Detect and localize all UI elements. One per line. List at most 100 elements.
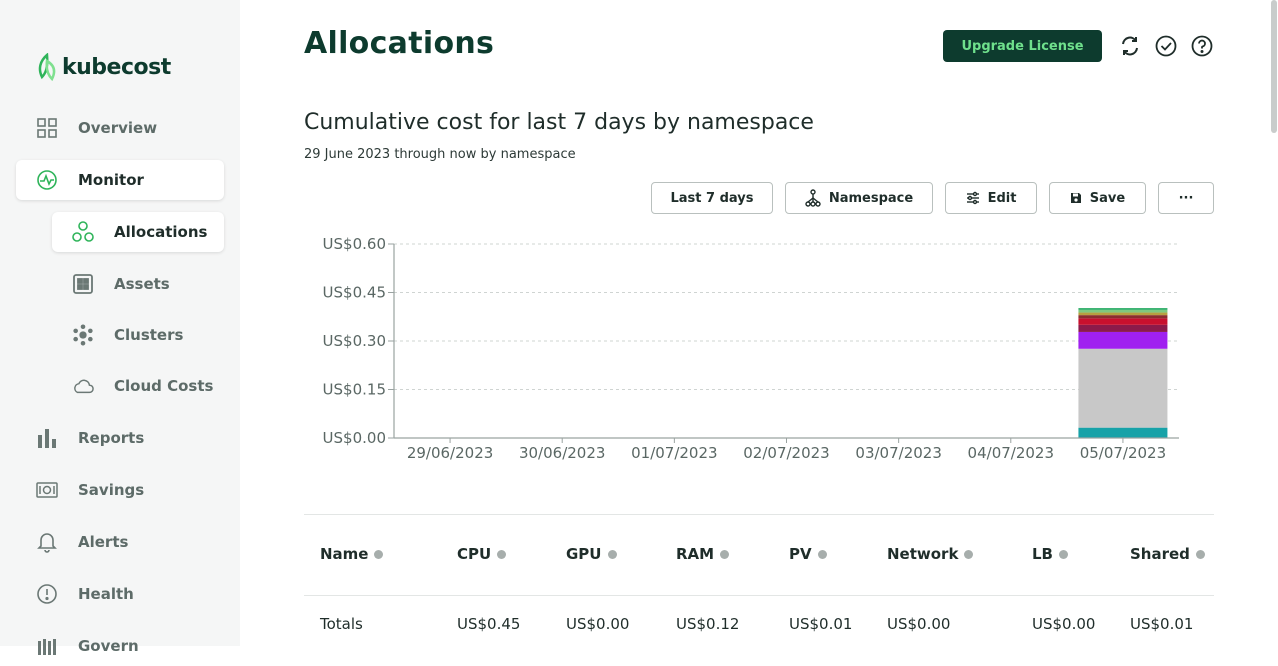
savings-icon <box>36 479 58 501</box>
totals-cell: US$0.01 <box>789 615 853 633</box>
brand-name: kubecost <box>62 54 171 80</box>
bar-segment <box>1078 308 1168 310</box>
sliders-icon <box>966 191 980 205</box>
kubecost-leaf-icon <box>38 53 56 81</box>
cloud-icon <box>72 375 94 397</box>
clusters-icon <box>72 324 94 346</box>
chart-gridlines <box>394 243 1179 390</box>
x-tick-label: 30/06/2023 <box>519 444 605 462</box>
column-header-label: Network <box>887 545 959 563</box>
upgrade-license-button[interactable]: Upgrade License <box>943 30 1102 62</box>
sidebar-item-label: Cloud Costs <box>114 377 214 395</box>
sidebar-item-alerts[interactable]: Alerts <box>36 522 226 562</box>
column-header-lb[interactable]: LB <box>1032 545 1068 563</box>
bar-segment <box>1078 315 1168 319</box>
column-header-gpu[interactable]: GPU <box>566 545 617 563</box>
info-icon[interactable] <box>720 549 730 559</box>
sidebar: kubecost Overview Monitor Allocations As… <box>0 0 240 655</box>
chart-bars <box>1078 308 1168 438</box>
column-header-label: LB <box>1032 545 1053 563</box>
column-header-label: CPU <box>457 545 492 563</box>
info-icon[interactable] <box>374 549 384 559</box>
more-options-label: ··· <box>1178 190 1194 206</box>
x-tick-label: 04/07/2023 <box>968 444 1054 462</box>
sidebar-item-label: Assets <box>114 275 170 293</box>
help-icon[interactable] <box>1190 34 1214 58</box>
info-icon[interactable] <box>1195 549 1205 559</box>
sidebar-item-label: Alerts <box>78 533 129 551</box>
sidebar-item-savings[interactable]: Savings <box>36 470 226 510</box>
table-top-divider <box>304 514 1214 515</box>
report-subtitle: 29 June 2023 through now by namespace <box>304 147 576 162</box>
bar-segment <box>1078 427 1168 438</box>
edit-button[interactable]: Edit <box>945 182 1037 214</box>
sidebar-item-cloud-costs[interactable]: Cloud Costs <box>72 366 224 406</box>
column-header-pv[interactable]: PV <box>789 545 827 563</box>
sidebar-item-health[interactable]: Health <box>36 574 226 614</box>
column-header-name[interactable]: Name <box>320 545 384 563</box>
aggregate-by-button[interactable]: Namespace <box>785 182 933 214</box>
assets-icon <box>72 273 94 295</box>
info-icon[interactable] <box>607 549 617 559</box>
sidebar-item-govern[interactable]: Govern <box>36 626 226 666</box>
edit-label: Edit <box>987 190 1017 206</box>
column-header-label: Name <box>320 545 369 563</box>
refresh-icon[interactable] <box>1118 34 1142 58</box>
save-button[interactable]: Save <box>1049 182 1146 214</box>
totals-label: Totals <box>320 615 363 633</box>
sidebar-item-label: Overview <box>78 119 158 137</box>
grid-icon <box>36 117 58 139</box>
sidebar-item-label: Govern <box>78 637 139 655</box>
x-tick-label: 29/06/2023 <box>407 444 493 462</box>
date-range-button[interactable]: Last 7 days <box>651 182 773 214</box>
y-tick-label: US$0.00 <box>323 429 386 447</box>
totals-cell: US$0.45 <box>457 615 521 633</box>
bar-segment <box>1078 312 1168 316</box>
x-tick-label: 02/07/2023 <box>743 444 829 462</box>
column-header-label: PV <box>789 545 812 563</box>
table-header-divider <box>304 595 1214 596</box>
info-icon[interactable] <box>497 549 507 559</box>
sidebar-item-overview[interactable]: Overview <box>36 108 226 148</box>
hierarchy-icon <box>805 189 821 207</box>
sidebar-item-reports[interactable]: Reports <box>36 418 226 458</box>
sidebar-item-label: Allocations <box>114 223 208 241</box>
y-tick-label: US$0.30 <box>323 332 386 350</box>
x-tick-label: 05/07/2023 <box>1080 444 1166 462</box>
totals-cell: US$0.01 <box>1130 615 1194 633</box>
totals-cell: US$0.12 <box>676 615 740 633</box>
save-label: Save <box>1089 190 1126 206</box>
sidebar-item-label: Clusters <box>114 326 184 344</box>
y-tick-label: US$0.15 <box>323 381 386 399</box>
more-options-button[interactable]: ··· <box>1158 182 1214 214</box>
bell-icon <box>36 531 58 553</box>
info-icon[interactable] <box>1059 549 1068 559</box>
y-tick-label: US$0.45 <box>323 284 386 302</box>
sidebar-item-label: Reports <box>78 429 145 447</box>
sidebar-item-clusters[interactable]: Clusters <box>72 315 224 355</box>
column-header-cpu[interactable]: CPU <box>457 545 507 563</box>
check-circle-icon[interactable] <box>1154 34 1178 58</box>
sidebar-item-monitor[interactable]: Monitor <box>16 160 224 200</box>
info-icon[interactable] <box>817 549 827 559</box>
info-icon[interactable] <box>964 549 974 559</box>
x-tick-label: 01/07/2023 <box>631 444 717 462</box>
govern-icon <box>36 635 58 657</box>
bar-segment <box>1078 324 1168 332</box>
column-header-shared[interactable]: Shared <box>1130 545 1205 563</box>
bar-segment <box>1078 318 1168 325</box>
sidebar-item-assets[interactable]: Assets <box>72 264 224 304</box>
page-scrollbar[interactable] <box>1271 0 1277 133</box>
bar-segment <box>1078 348 1168 428</box>
report-title: Cumulative cost for last 7 days by names… <box>304 110 814 135</box>
column-header-label: GPU <box>566 545 602 563</box>
cost-chart: US$0.00 US$0.15 US$0.30 US$0.45 US$0.60 29/06… <box>323 235 1179 462</box>
allocations-icon <box>72 221 94 243</box>
bar-segment <box>1078 309 1168 313</box>
sidebar-item-label: Savings <box>78 481 145 499</box>
sidebar-item-allocations[interactable]: Allocations <box>52 212 224 252</box>
column-header-ram[interactable]: RAM <box>676 545 730 563</box>
sidebar-item-label: Health <box>78 585 134 603</box>
kubecost-logo[interactable]: kubecost <box>36 52 171 82</box>
column-header-network[interactable]: Network <box>887 545 974 563</box>
